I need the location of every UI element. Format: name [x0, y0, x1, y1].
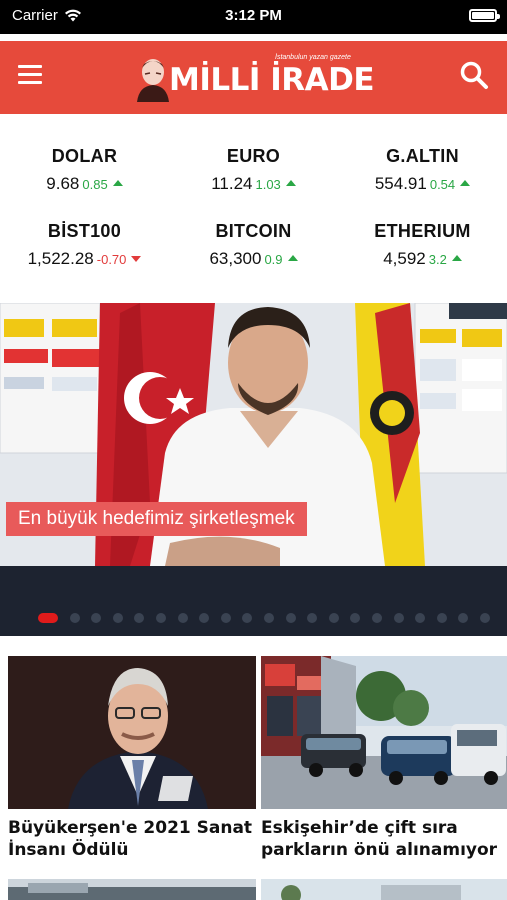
- pagination-dot[interactable]: [371, 613, 382, 623]
- market-change: 3.2: [428, 252, 447, 267]
- market-name: BİST100: [47, 221, 122, 241]
- news-card[interactable]: Eskişehir’de çift sıra parkların önü alı…: [261, 656, 507, 861]
- news-card-partial[interactable]: [8, 879, 256, 900]
- pagination-dot[interactable]: [458, 613, 469, 623]
- app-header: İstanbulun yazan gazete MİLLİ İRADE: [0, 41, 507, 114]
- arrow-up-icon: [451, 254, 462, 261]
- status-bar: Carrier 3:12 PM: [0, 0, 507, 34]
- slider-pagination: [0, 566, 507, 636]
- news-title: Eskişehir’de çift sıra parkların önü alı…: [261, 818, 498, 860]
- market-item-bitcoin[interactable]: BITCOIN 63,300 0.9: [169, 221, 338, 269]
- pagination-dots: [38, 613, 501, 623]
- arrow-up-icon: [112, 179, 123, 186]
- pagination-dot[interactable]: [307, 613, 318, 623]
- pagination-dot[interactable]: [155, 613, 166, 623]
- market-name: G.ALTIN: [386, 146, 459, 166]
- pagination-dot[interactable]: [242, 613, 253, 623]
- menu-button[interactable]: [18, 65, 42, 85]
- pagination-dot[interactable]: [350, 613, 361, 623]
- market-item-dolar[interactable]: DOLAR 9.68 0.85: [0, 146, 169, 194]
- pagination-dot-active[interactable]: [38, 613, 58, 623]
- battery-icon: [469, 9, 500, 22]
- arrow-up-icon: [285, 179, 296, 186]
- arrow-up-icon: [287, 254, 298, 261]
- pagination-dot[interactable]: [479, 613, 490, 623]
- site-logo[interactable]: İstanbulun yazan gazete MİLLİ İRADE: [133, 52, 375, 102]
- logo-portrait-icon: [133, 52, 173, 102]
- pagination-dot[interactable]: [220, 613, 231, 623]
- market-value: 63,300: [209, 249, 262, 268]
- logo-text: MİLLİ İRADE: [169, 62, 375, 98]
- pagination-dot[interactable]: [199, 613, 210, 623]
- pagination-dot[interactable]: [328, 613, 339, 623]
- market-item-euro[interactable]: EURO 11.24 1.03: [169, 146, 338, 194]
- market-item-bist100[interactable]: BİST100 1,522.28 -0.70: [0, 221, 169, 269]
- market-change: -0.70: [96, 252, 127, 267]
- market-ticker: DOLAR 9.68 0.85 EURO 11.24 1.03 G.ALTIN 55…: [0, 130, 507, 290]
- market-value: 9.68: [46, 174, 80, 193]
- news-card-partial[interactable]: [261, 879, 507, 900]
- market-name: DOLAR: [51, 146, 118, 166]
- news-card[interactable]: Büyükerşen'e 2021 Sanat İnsanı Ödülü: [8, 656, 256, 861]
- logo-tagline: İstanbulun yazan gazete: [275, 54, 351, 61]
- news-image: [8, 656, 256, 809]
- search-icon[interactable]: [459, 60, 489, 90]
- status-time: 3:12 PM: [225, 7, 282, 24]
- market-name: ETHERIUM: [374, 221, 471, 241]
- hamburger-line: [18, 73, 42, 76]
- pagination-dot[interactable]: [112, 613, 123, 623]
- market-value: 11.24: [211, 174, 253, 193]
- market-value: 1,522.28: [27, 249, 94, 268]
- market-change: 0.9: [264, 252, 283, 267]
- pagination-dot[interactable]: [134, 613, 145, 623]
- news-title: Büyükerşen'e 2021 Sanat İnsanı Ödülü: [8, 818, 253, 860]
- pagination-dot[interactable]: [436, 613, 447, 623]
- market-item-gold[interactable]: G.ALTIN 554.91 0.54: [338, 146, 507, 194]
- hamburger-line: [18, 65, 42, 68]
- arrow-down-icon: [131, 255, 142, 262]
- market-value: 4,592: [383, 249, 426, 268]
- pagination-dot[interactable]: [285, 613, 296, 623]
- pagination-dot[interactable]: [415, 613, 426, 623]
- market-change: 1.03: [255, 177, 281, 192]
- news-image: [261, 656, 507, 809]
- news-image: [8, 879, 256, 900]
- pagination-dot[interactable]: [177, 613, 188, 623]
- pagination-dot[interactable]: [91, 613, 102, 623]
- market-item-ethereum[interactable]: ETHERIUM 4,592 3.2: [338, 221, 507, 269]
- slide-caption[interactable]: En büyük hedefimiz şirketleşmek: [6, 502, 307, 536]
- market-name: BITCOIN: [215, 221, 292, 241]
- headline-slider[interactable]: En büyük hedefimiz şirketleşmek: [0, 303, 507, 566]
- pagination-dot[interactable]: [263, 613, 274, 623]
- market-change: 0.54: [429, 177, 456, 192]
- market-change: 0.85: [82, 177, 108, 192]
- hamburger-line: [18, 81, 42, 84]
- market-value: 554.91: [374, 174, 427, 193]
- pagination-dot[interactable]: [393, 613, 404, 623]
- pagination-dot[interactable]: [69, 613, 80, 623]
- arrow-up-icon: [460, 179, 471, 186]
- market-name: EURO: [226, 146, 281, 166]
- news-image: [261, 879, 507, 900]
